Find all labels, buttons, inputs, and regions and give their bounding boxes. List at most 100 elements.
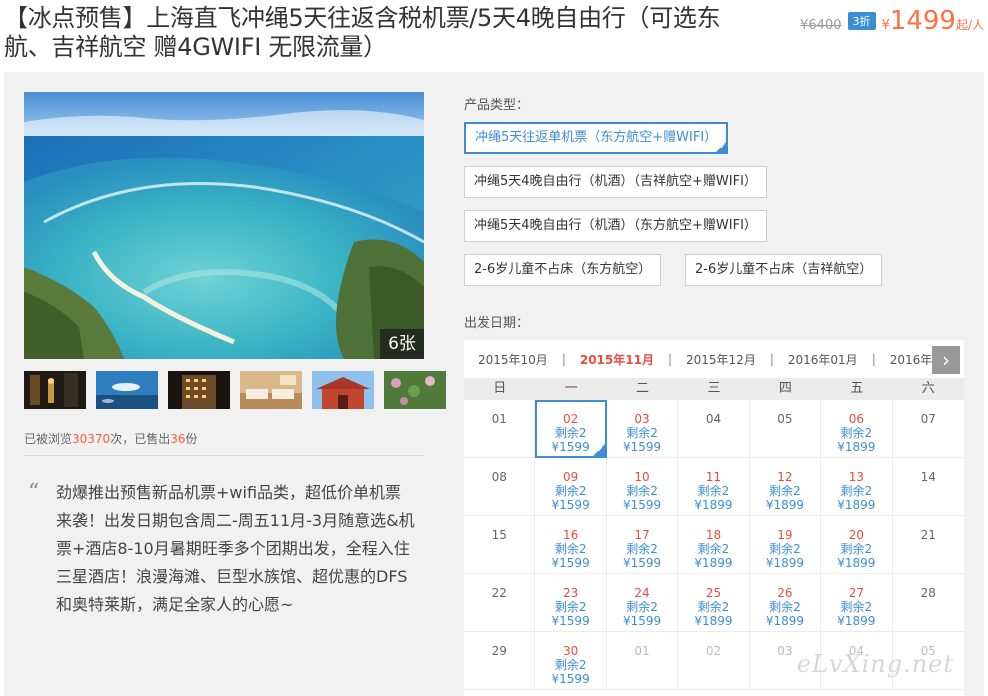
day-number: 01 [491,412,507,426]
day-number: 28 [920,586,936,600]
calendar-day-cell[interactable]: 19 剩余2 ¥1899 [749,516,822,574]
weekday-label: 三 [707,381,721,396]
day-price: ¥1899 [837,556,876,570]
calendar-day-cell[interactable]: 13 剩余2 ¥1899 [821,458,893,516]
calendar-day-cell[interactable]: 17 剩余2 ¥1599 [606,516,679,574]
calendar-day-cell[interactable]: 23 剩余2 ¥1599 [535,574,607,632]
day-number: 13 [848,470,864,484]
day-number: 22 [491,586,507,600]
type-option-label: 冲绳5天4晚自由行（机酒）（东方航空+赠WIFI） [474,218,757,233]
stats-middle: 次，已售出 [110,432,171,446]
calendar-day-cell[interactable]: 30 剩余2 ¥1599 [535,632,607,690]
stats-prefix: 已被浏览 [24,432,73,446]
month-tab[interactable]: 2016年01月 [774,351,872,368]
day-price: ¥1899 [765,614,805,628]
day-price: ¥1599 [622,498,662,512]
day-price: ¥1899 [765,556,805,570]
calendar-day-cell[interactable]: 11 剩余2 ¥1899 [678,458,750,516]
day-price: ¥1599 [551,672,590,686]
remaining-seats: 剩余2 [554,426,587,440]
thumbnail-shuri-castle[interactable] [312,371,374,409]
day-number: 03 [634,412,650,426]
next-month-button[interactable]: › [932,346,960,374]
calendar-day-cell[interactable]: 25 剩余2 ¥1899 [678,574,750,632]
calendar-day-cell[interactable]: 24 剩余2 ¥1599 [606,574,679,632]
remaining-seats: 剩余2 [697,484,730,498]
thumbnail-hotel-room[interactable] [240,371,302,409]
calendar-day-cell[interactable]: 09 剩余2 ¥1599 [535,458,607,516]
calendar-day-cell[interactable]: 26 剩余2 ¥1899 [749,574,822,632]
calendar-day-cell[interactable]: 02 剩余2 ¥1599 [535,400,607,458]
day-number: 15 [491,528,507,542]
view-count: 30370 [72,432,111,446]
photo-count-badge[interactable]: 6张 [380,329,424,359]
calendar-day-cell: 02 [678,632,750,690]
day-number: 04 [705,412,722,426]
remaining-seats: 剩余2 [840,600,873,614]
product-description: 劲爆推出预售新品机票+wifi品类，超低价单机票来袭！出发日期包含周二-周五11… [56,483,415,614]
stats-suffix: 份 [185,432,198,446]
calendar-day-cell: 21 [892,516,964,574]
remaining-seats: 剩余2 [697,600,730,614]
weekday-label: 日 [493,381,507,396]
day-price: ¥1599 [622,556,662,570]
type-option-child-eastern[interactable]: 2-6岁儿童不占床（东方航空） [464,254,662,286]
month-tab[interactable]: 2015年10月 [464,351,562,368]
remaining-seats: 剩余2 [840,484,873,498]
type-option-package-eastern[interactable]: 冲绳5天4晚自由行（机酒）（东方航空+赠WIFI） [464,210,767,242]
day-number: 06 [848,412,864,426]
calendar-day-cell[interactable]: 16 剩余2 ¥1599 [535,516,607,574]
calendar-day-cell: 28 [892,574,964,632]
weekday-label: 一 [564,381,578,396]
weekday-header: 日 一 二 三 四 五 六 [464,378,964,400]
main-photo[interactable]: 6张 [24,92,424,359]
calendar-day-cell[interactable]: 20 剩余2 ¥1899 [821,516,893,574]
remaining-seats: 剩余2 [769,600,801,614]
product-panel: 6张 已被浏览30370次，已售出36份 “ 劲爆推出预售新品机票+wifi品类… [4,72,984,696]
calendar-day-cell: 01 [464,400,536,458]
calendar-day-cell[interactable]: 18 剩余2 ¥1899 [678,516,750,574]
thumbnail-flowers[interactable] [384,371,446,409]
day-number: 29 [491,644,507,658]
sold-count: 36 [170,432,186,446]
view-sold-stats: 已被浏览30370次，已售出36份 [24,430,198,447]
type-option-package-juneyao[interactable]: 冲绳5天4晚自由行（机酒）（吉祥航空+赠WIFI） [464,166,767,198]
remaining-seats: 剩余2 [626,600,658,614]
month-tab[interactable]: 2015年12月 [672,351,770,368]
calendar-day-cell[interactable]: 03 剩余2 ¥1599 [606,400,679,458]
day-number: 11 [705,470,722,484]
day-number: 20 [848,528,864,542]
remaining-seats: 剩余2 [697,542,730,556]
quote-icon: “ [28,480,40,505]
calendar-day-cell: 07 [892,400,964,458]
currency-symbol: ¥ [881,18,890,33]
calendar-day-cell[interactable]: 12 剩余2 ¥1899 [749,458,822,516]
day-number: 12 [777,470,793,484]
product-title: 【冰点预售】上海直飞冲绳5天往返含税机票/5天4晚自由行（可选东航、吉祥航空 赠… [4,4,721,61]
calendar-day-cell[interactable]: 06 剩余2 ¥1899 [821,400,893,458]
thumbnail-night-street[interactable] [24,371,86,409]
type-option-child-juneyao[interactable]: 2-6岁儿童不占床（吉祥航空） [685,254,883,286]
thumbnail-aquarium[interactable] [96,371,158,409]
day-number: 02 [562,412,579,426]
day-number: 07 [920,412,936,426]
calendar-day-cell[interactable]: 10 剩余2 ¥1599 [606,458,679,516]
remaining-seats: 剩余2 [554,484,587,498]
thumbnail-hotel-building[interactable] [168,371,230,409]
day-number: 26 [777,586,793,600]
calendar-day-cell: 01 [606,632,679,690]
remaining-seats: 剩余2 [554,600,587,614]
month-tabs: 2015年10月 | 2015年11月 | 2015年12月 | 2016年01… [464,340,964,378]
month-tab-active[interactable]: 2015年11月 [566,351,668,368]
calendar-day-cell[interactable]: 27 剩余2 ¥1899 [821,574,893,632]
day-number: 01 [634,644,650,658]
remaining-seats: 剩余2 [626,484,658,498]
calendar-day-cell: 05 [749,400,822,458]
remaining-seats: 剩余2 [554,658,587,672]
day-price: ¥1599 [551,614,590,628]
day-number: 23 [562,586,579,600]
day-price: ¥1899 [694,498,733,512]
day-number: 17 [634,528,650,542]
type-option-flight-eastern[interactable]: 冲绳5天往返单机票（东方航空+赠WIFI） [464,122,729,154]
selected-check-icon [592,444,605,456]
